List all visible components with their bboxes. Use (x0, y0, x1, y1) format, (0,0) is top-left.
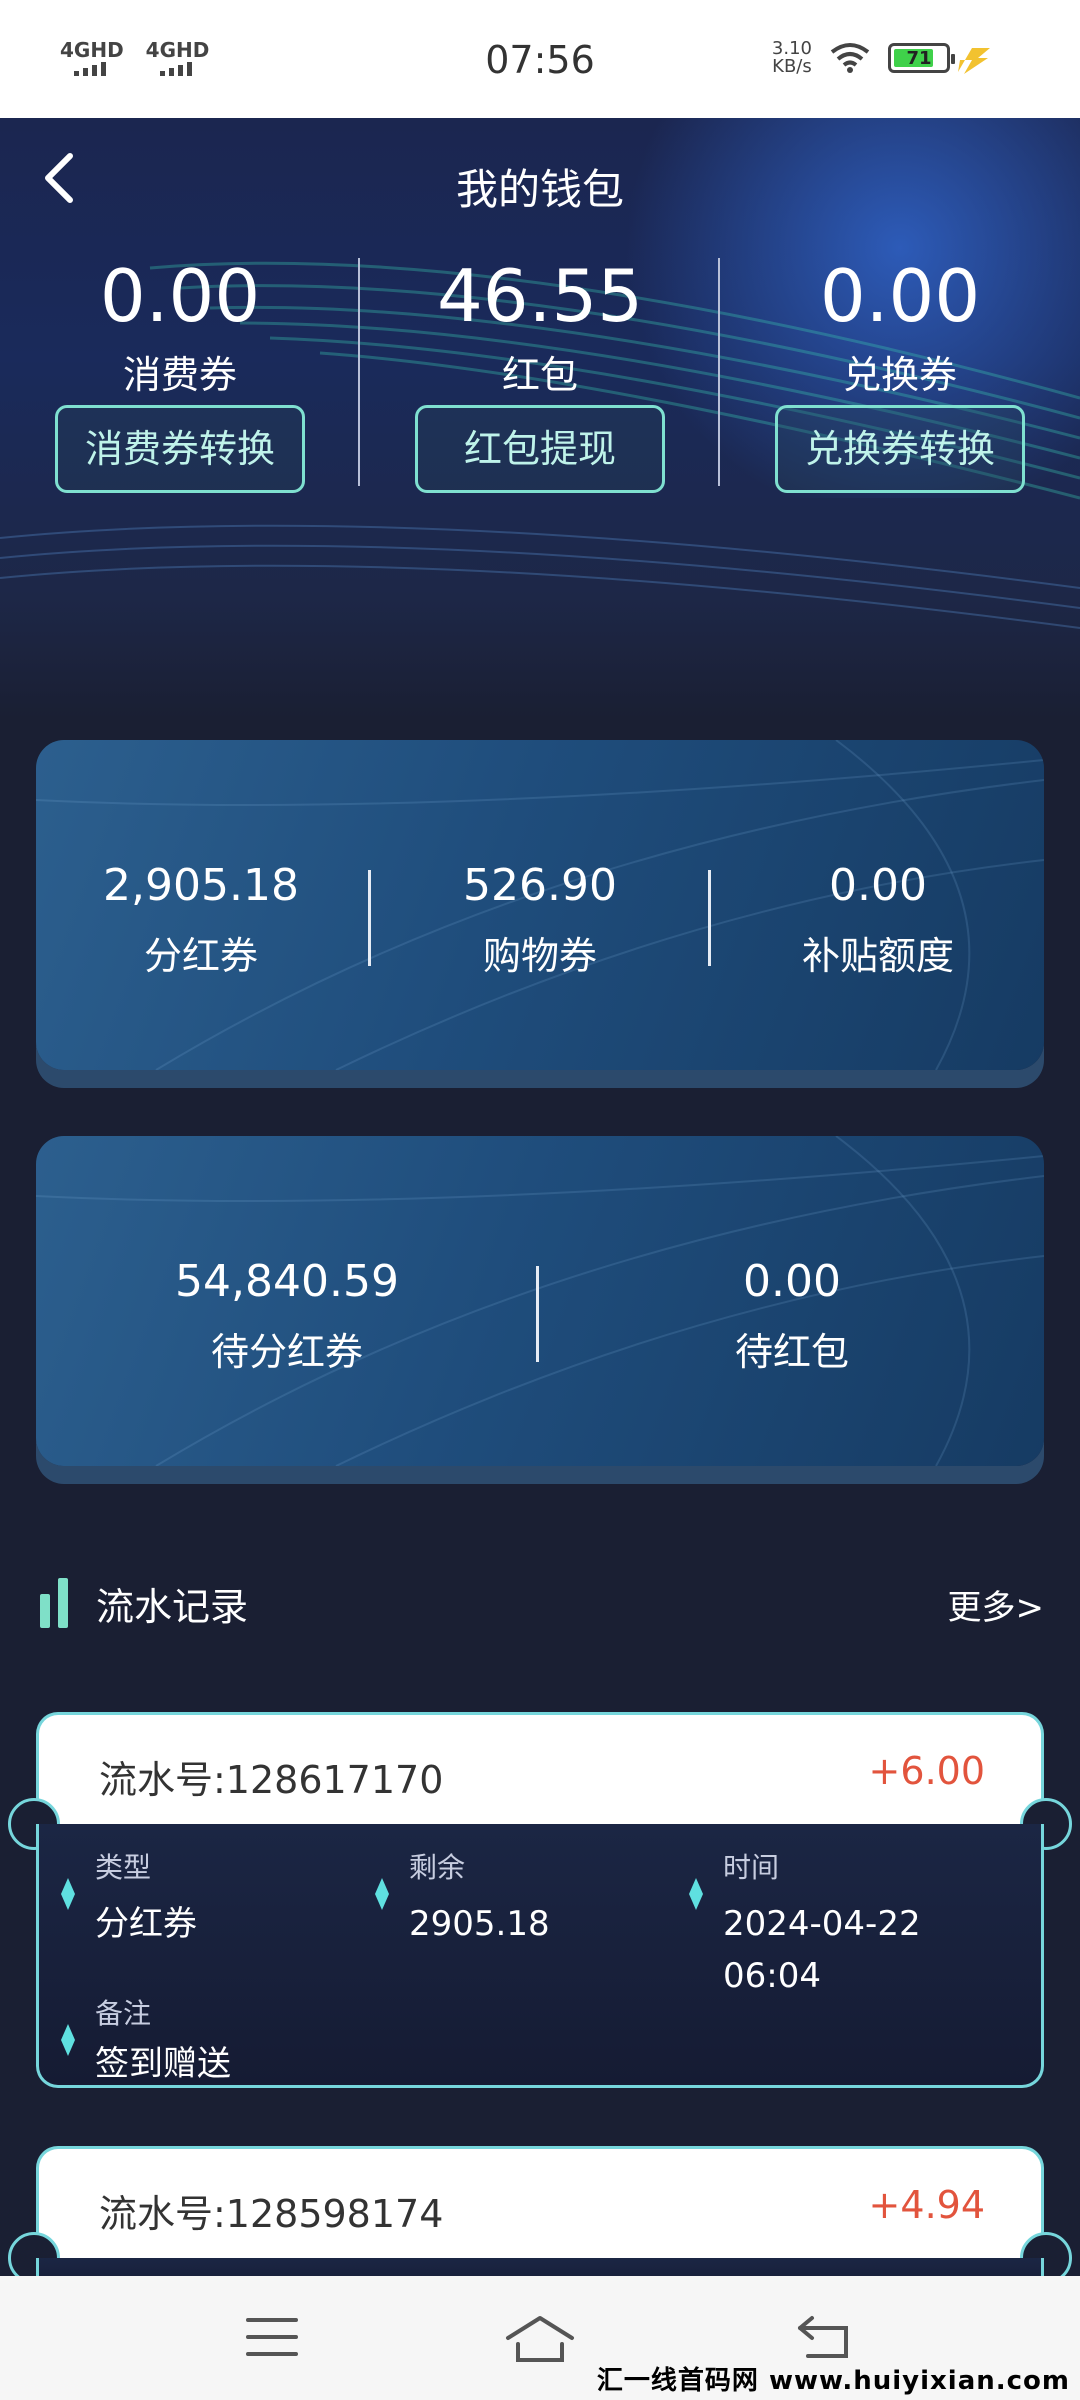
asset-label: 待分红券 (210, 1330, 363, 1374)
page-title: 我的钱包 (455, 165, 624, 214)
more-link[interactable]: 更多> (948, 1580, 1045, 1629)
watermark: 汇一线首码网 www.huiyixian.com (596, 2366, 1070, 2396)
shopping-voucher: 526.90 购物券 (372, 860, 708, 980)
record-item[interactable]: 流水号:128617170 +6.00 类型 分红券 剩余 2905.18 时间… (8, 1712, 1072, 2088)
asset-label: 购物券 (482, 934, 597, 978)
balance-label: 兑换券 (842, 353, 957, 397)
menu-icon[interactable] (244, 2314, 300, 2360)
time-clock: 06:04 (723, 1956, 821, 1996)
wifi-icon (830, 43, 870, 73)
field-label: 剩余 (409, 1851, 466, 1884)
exchange-convert-button[interactable]: 兑换券转换 (775, 405, 1025, 493)
top-balances: 0.00 消费券 消费券转换 46.55 红包 红包提现 0.00 兑换券 兑换… (0, 254, 1080, 718)
time-date: 2024-04-22 (723, 1904, 921, 1944)
asset-label: 分红券 (143, 934, 258, 978)
home-icon[interactable] (504, 2314, 576, 2364)
balance-value: 46.55 (436, 254, 644, 338)
balance-consume: 0.00 消费券 消费券转换 (0, 254, 360, 493)
field-value: 2024-04-22 06:04 (667, 1898, 1047, 2002)
field-remain: 剩余 2905.18 (353, 1846, 667, 1950)
field-value: 分红券 (95, 1904, 197, 1944)
field-time: 时间 2024-04-22 06:04 (667, 1846, 1047, 2002)
asset-label: 补贴额度 (801, 934, 954, 978)
redpacket-withdraw-button[interactable]: 红包提现 (415, 405, 665, 493)
system-nav-bar: 汇一线首码网 www.huiyixian.com (0, 2276, 1080, 2400)
status-bar: 4GHD 4GHD 07:56 3.10 KB/s 71 (0, 0, 1080, 118)
consume-convert-button[interactable]: 消费券转换 (55, 405, 305, 493)
divider (708, 870, 711, 966)
pending-redpacket: 0.00 待红包 (540, 1256, 1044, 1376)
balance-label: 红包 (501, 353, 578, 397)
field-label: 类型 (95, 1851, 152, 1884)
balance-label: 消费券 (122, 353, 237, 397)
balance-value: 0.00 (99, 254, 261, 338)
divider (368, 870, 371, 966)
field-label: 时间 (723, 1851, 780, 1884)
dividend-voucher: 2,905.18 分红券 (36, 860, 366, 980)
record-amount: +4.94 (868, 2183, 985, 2227)
battery-level: 71 (906, 47, 932, 69)
bar-chart-icon (40, 1578, 68, 1628)
record-header: 流水号:128598174 +4.94 (36, 2146, 1044, 2258)
asset-value: 0.00 (743, 1256, 841, 1307)
back-nav-icon[interactable] (796, 2314, 852, 2360)
speed-unit: KB/s (772, 56, 812, 77)
balance-value: 0.00 (819, 254, 981, 338)
field-value: 2905.18 (409, 1904, 550, 1944)
assets-card-2: 54,840.59 待分红券 0.00 待红包 (36, 1136, 1044, 1466)
charging-bolt-icon (958, 48, 990, 74)
asset-value: 0.00 (829, 860, 927, 911)
status-icons: 3.10 KB/s 71 (772, 40, 955, 76)
asset-label: 待红包 (734, 1330, 849, 1374)
record-details: 类型 分红券 剩余 2905.18 时间 2024-04-22 06:04 备注… (36, 1824, 1044, 2088)
asset-value: 526.90 (463, 860, 617, 911)
records-header: 流水记录 更多> (36, 1570, 1044, 1630)
section-title: 流水记录 (96, 1585, 249, 1629)
assets-card-1: 2,905.18 分红券 526.90 购物券 0.00 补贴额度 (36, 740, 1044, 1070)
wallet-header: 我的钱包 0.00 消费券 消费券转换 46.55 红包 红包提现 0.00 兑… (0, 118, 1080, 718)
record-header: 流水号:128617170 +6.00 (36, 1712, 1044, 1824)
diamond-icon (689, 1878, 703, 1910)
network-speed: 3.10 KB/s (772, 40, 812, 76)
balance-redpacket: 46.55 红包 红包提现 (360, 254, 720, 493)
field-note: 备注 签到赠送 (39, 1992, 439, 2090)
record-amount: +6.00 (868, 1749, 985, 1793)
battery-icon: 71 (888, 43, 955, 73)
field-type: 类型 分红券 (39, 1846, 353, 1950)
record-number: 流水号:128598174 (99, 2192, 444, 2236)
field-label: 备注 (95, 1997, 152, 2030)
field-value: 签到赠送 (95, 2044, 231, 2084)
asset-value: 54,840.59 (175, 1256, 399, 1307)
asset-value: 2,905.18 (103, 860, 299, 911)
pending-dividend-voucher: 54,840.59 待分红券 (36, 1256, 538, 1376)
divider (536, 1266, 539, 1362)
subsidy-quota: 0.00 补贴额度 (712, 860, 1044, 980)
diamond-icon (375, 1878, 389, 1910)
balance-exchange: 0.00 兑换券 兑换券转换 (720, 254, 1080, 493)
record-number: 流水号:128617170 (99, 1758, 444, 1802)
diamond-icon (61, 2024, 75, 2056)
diamond-icon (61, 1878, 75, 1910)
